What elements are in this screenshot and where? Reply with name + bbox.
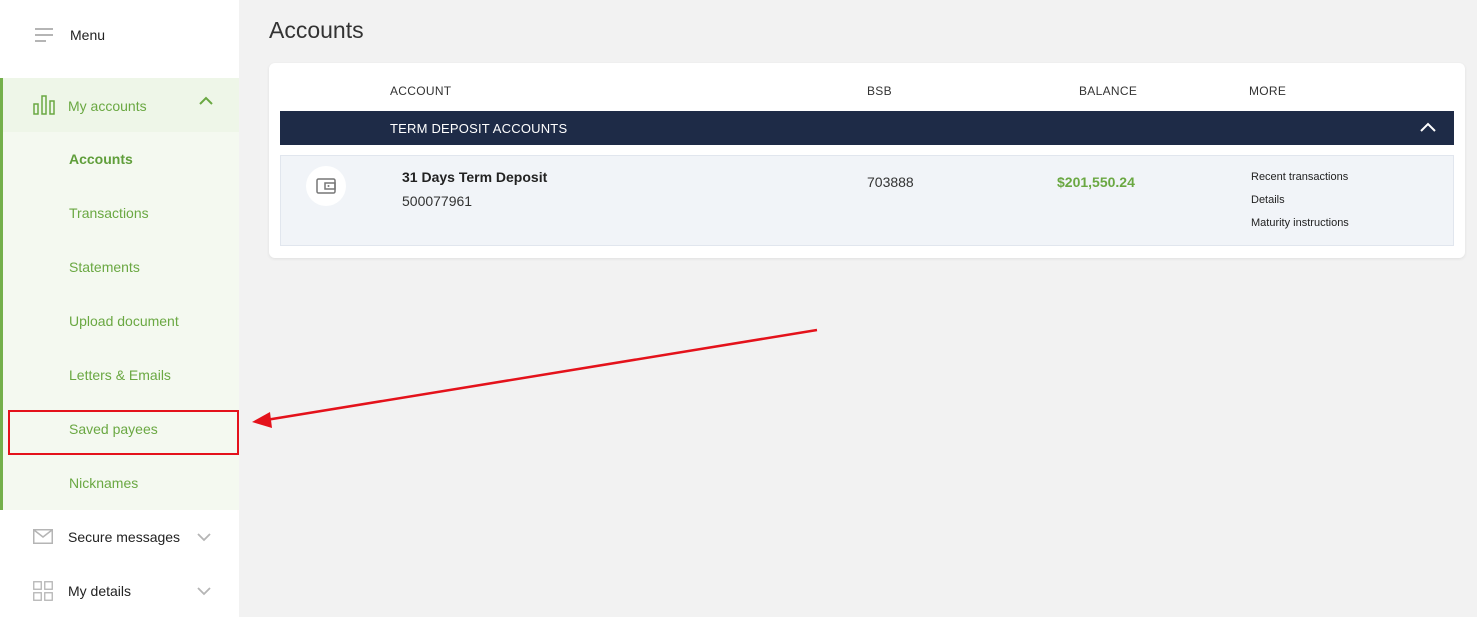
annotation-highlight-box <box>8 410 239 455</box>
sidebar: Menu My accounts Accounts Transactions S… <box>0 0 239 617</box>
column-header-bsb: BSB <box>867 84 892 98</box>
menu-toggle[interactable]: Menu <box>0 0 239 70</box>
chevron-up-icon <box>199 96 213 105</box>
chevron-up-icon[interactable] <box>1420 122 1436 133</box>
hamburger-icon <box>35 28 53 42</box>
sidebar-item-secure-messages[interactable]: Secure messages <box>0 510 239 564</box>
sidebar-subitem-accounts[interactable]: Accounts <box>69 151 133 167</box>
recent-transactions-link[interactable]: Recent transactions <box>1251 171 1348 183</box>
menu-label: Menu <box>70 27 106 43</box>
accounts-card: ACCOUNT BSB BALANCE MORE TERM DEPOSIT AC… <box>269 63 1465 258</box>
column-header-balance: BALANCE <box>1079 84 1138 98</box>
sidebar-subitem-statements[interactable]: Statements <box>69 259 140 275</box>
page-title: Accounts <box>269 17 364 43</box>
sidebar-item-my-details[interactable]: My details <box>0 564 239 617</box>
account-bsb: 703888 <box>867 174 914 190</box>
envelope-icon <box>33 529 53 544</box>
chevron-down-icon <box>197 533 211 542</box>
chevron-down-icon <box>197 587 211 596</box>
sidebar-item-label: Secure messages <box>68 529 181 545</box>
account-group-header[interactable]: TERM DEPOSIT ACCOUNTS <box>280 111 1454 145</box>
grid-icon <box>33 581 53 601</box>
column-header-more: MORE <box>1249 84 1287 98</box>
bar-chart-icon <box>33 95 55 115</box>
account-number: 500077961 <box>402 193 473 209</box>
column-header-account: ACCOUNT <box>390 84 452 98</box>
sidebar-subitem-transactions[interactable]: Transactions <box>69 205 149 221</box>
account-name[interactable]: 31 Days Term Deposit <box>402 169 547 185</box>
wallet-icon <box>306 166 346 206</box>
sidebar-subitem-letters-emails[interactable]: Letters & Emails <box>69 367 171 383</box>
sidebar-item-label: My details <box>68 583 132 599</box>
table-row[interactable]: 31 Days Term Deposit 500077961 703888 $2… <box>280 155 1454 246</box>
sidebar-item-label: My accounts <box>68 98 147 114</box>
sidebar-subitem-upload-document[interactable]: Upload document <box>69 313 179 329</box>
details-link[interactable]: Details <box>1251 194 1285 206</box>
maturity-instructions-link[interactable]: Maturity instructions <box>1251 217 1349 229</box>
sidebar-subitem-nicknames[interactable]: Nicknames <box>69 475 138 491</box>
sidebar-item-my-accounts[interactable]: My accounts <box>3 78 239 132</box>
account-balance: $201,550.24 <box>1057 174 1135 190</box>
account-group-title: TERM DEPOSIT ACCOUNTS <box>390 121 568 136</box>
